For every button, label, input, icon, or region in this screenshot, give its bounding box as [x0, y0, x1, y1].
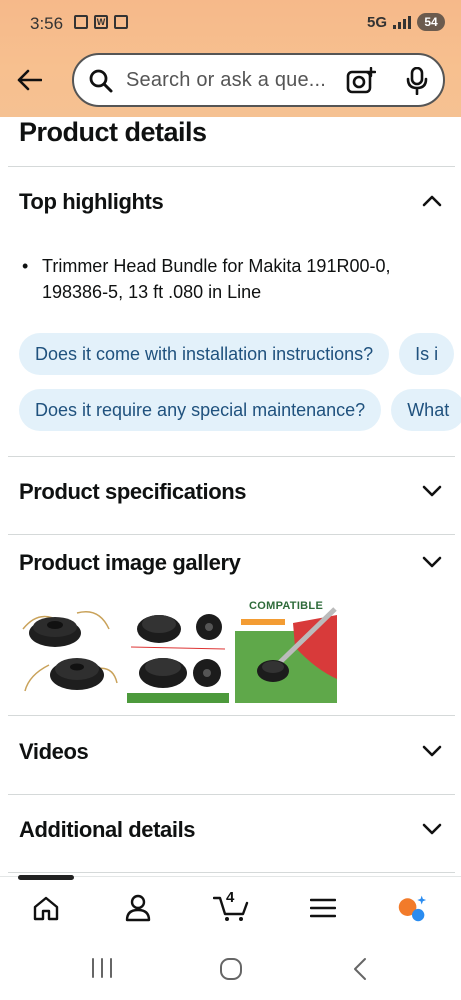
gallery-caption: COMPATIBLE — [249, 600, 324, 612]
signal-icon — [393, 15, 411, 29]
bottom-navigation: 4 — [0, 875, 461, 940]
chevron-down-icon[interactable] — [420, 550, 444, 574]
section-title-videos[interactable]: Videos — [19, 739, 89, 765]
notification-icons: W — [74, 15, 128, 29]
back-button[interactable] — [14, 65, 44, 95]
chevron-up-icon[interactable] — [420, 189, 444, 213]
cart-count: 4 — [226, 889, 235, 906]
status-right: 5G 54 — [367, 13, 445, 31]
screenshot-icon — [74, 15, 88, 29]
status-bar: 3:56 W 5G 54 — [0, 0, 461, 46]
question-chip[interactable]: Is i — [399, 333, 455, 375]
question-chips-row-2: Does it require any special maintenance?… — [19, 389, 461, 431]
highlight-bullet: • Trimmer Head Bundle for Makita 191R00-… — [22, 253, 442, 305]
section-title-top-highlights[interactable]: Top highlights — [19, 189, 164, 215]
chevron-down-icon[interactable] — [420, 739, 444, 763]
back-nav-icon[interactable] — [350, 957, 370, 981]
rufus-assistant-icon — [398, 895, 427, 922]
account-icon — [125, 894, 151, 922]
network-label: 5G — [366, 13, 387, 31]
bullet-dot: • — [22, 256, 29, 276]
chevron-down-icon[interactable] — [420, 479, 444, 503]
system-navigation-bar — [0, 940, 461, 1000]
divider — [8, 715, 455, 716]
nav-home[interactable] — [31, 893, 61, 923]
menu-icon — [310, 898, 336, 918]
battery-indicator: 54 — [417, 13, 445, 31]
trimmer-head-image — [22, 611, 118, 692]
status-time: 3:56 — [30, 14, 64, 33]
gallery-thumbnail[interactable] — [127, 599, 229, 703]
divider — [8, 166, 455, 167]
gallery-thumbnail[interactable] — [19, 599, 121, 703]
recent-apps-icon[interactable] — [90, 957, 114, 979]
divider — [8, 872, 455, 873]
nav-rufus[interactable] — [397, 893, 427, 923]
active-tab-indicator — [18, 875, 74, 880]
microphone-icon[interactable] — [406, 67, 428, 95]
divider — [8, 534, 455, 535]
home-icon — [33, 896, 59, 921]
section-title-additional-details[interactable]: Additional details — [19, 817, 196, 843]
compatible-image — [235, 599, 337, 703]
divider — [8, 794, 455, 795]
camera-search-icon[interactable] — [346, 67, 376, 95]
nav-cart[interactable]: 4 — [212, 889, 252, 923]
section-title-product-specifications[interactable]: Product specifications — [19, 479, 247, 505]
image-gallery: COMPATIBLE — [19, 599, 337, 703]
page-title: Product details — [19, 117, 207, 147]
walmart-icon: W — [94, 15, 108, 29]
divider — [8, 456, 455, 457]
question-chips-row-1: Does it come with installation instructi… — [19, 333, 461, 375]
question-chip[interactable]: Does it come with installation instructi… — [19, 333, 390, 375]
nav-account[interactable] — [123, 893, 153, 923]
highlight-text: Trimmer Head Bundle for Makita 191R00-0,… — [42, 256, 391, 302]
question-chip[interactable]: Does it require any special maintenance? — [19, 389, 382, 431]
chevron-down-icon[interactable] — [420, 817, 444, 841]
question-chip[interactable]: What — [391, 389, 461, 431]
search-input[interactable]: Search or ask a que... — [72, 53, 445, 107]
mail-icon — [114, 15, 128, 29]
header: 3:56 W 5G 54 Search or ask a que... — [0, 0, 461, 117]
nav-menu[interactable] — [308, 893, 338, 923]
section-title-product-image-gallery[interactable]: Product image gallery — [19, 550, 241, 576]
home-button-icon[interactable] — [219, 957, 243, 981]
gallery-thumbnail[interactable]: COMPATIBLE — [235, 599, 337, 703]
search-placeholder: Search or ask a que... — [126, 69, 327, 91]
trimmer-head-bundle-image — [127, 614, 229, 703]
search-icon — [89, 69, 113, 93]
arrow-left-icon — [17, 69, 42, 91]
